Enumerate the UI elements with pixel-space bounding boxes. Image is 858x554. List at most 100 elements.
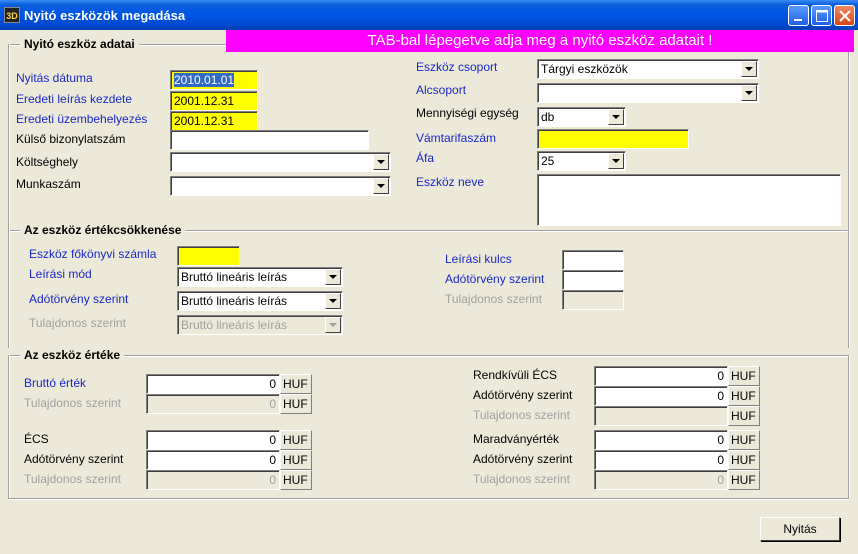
close-icon xyxy=(839,10,851,22)
currency-label: HUF xyxy=(728,450,760,470)
maradvany-field[interactable]: 0 xyxy=(594,430,728,450)
nyitas-button-label: Nyitás xyxy=(783,522,817,536)
label-rendkivuli-adotorveny: Adótörvény szerint xyxy=(473,388,573,402)
label-alcsoport: Alcsoport xyxy=(416,83,467,97)
currency-label: HUF xyxy=(280,394,312,414)
chevron-down-icon xyxy=(329,275,337,279)
dropdown-button[interactable] xyxy=(325,269,341,285)
tulajdonos-kulcs-field xyxy=(562,290,624,310)
eszkoz-neve-field[interactable] xyxy=(537,174,841,226)
ecs-field[interactable]: 0 xyxy=(146,430,280,450)
kulso-bizonylat-field[interactable] xyxy=(170,130,369,150)
chevron-down-icon xyxy=(612,159,620,163)
ecs-adotorveny-field[interactable]: 0 xyxy=(146,450,280,470)
afa-select[interactable]: 25 xyxy=(537,151,626,171)
adotorveny-mod-select[interactable]: Bruttó lineáris leírás xyxy=(177,291,343,311)
rendkivuli-field[interactable]: 0 xyxy=(594,366,728,386)
munkaszam-select[interactable] xyxy=(170,176,391,196)
label-mennyisegi: Mennyiségi egység xyxy=(416,106,519,120)
tulajdonos-mod-value: Bruttó lineáris leírás xyxy=(177,315,343,335)
label-kulso-bizonylat: Külső bizonylatszám xyxy=(16,132,126,146)
chevron-down-icon xyxy=(377,184,385,188)
maradvany-tulajdonos-field: 0 xyxy=(594,470,728,490)
label-eredeti-leiras: Eredeti leírás kezdete xyxy=(16,92,133,106)
label-leirasi-kulcs: Leírási kulcs xyxy=(445,252,512,266)
adotorveny-mod-value: Bruttó lineáris leírás xyxy=(177,291,343,311)
label-brutto: Bruttó érték xyxy=(24,376,87,390)
label-nyitas-datuma: Nyitás dátuma xyxy=(16,71,93,85)
nyitas-datuma-field[interactable]: 2010.01.01 xyxy=(170,70,258,90)
currency-label: HUF xyxy=(728,430,760,450)
label-rendkivuli: Rendkívüli ÉCS xyxy=(473,368,558,382)
dropdown-button[interactable] xyxy=(373,178,389,194)
app-icon: 3D xyxy=(4,7,20,23)
adotorveny-kulcs-field[interactable] xyxy=(562,270,624,290)
label-tulajdonos-mod: Tulajdonos szerint xyxy=(29,316,126,330)
currency-label: HUF xyxy=(280,470,312,490)
nyitas-button[interactable]: Nyitás xyxy=(760,517,840,541)
currency-label: HUF xyxy=(728,470,760,490)
section-title-nyito: Nyitó eszköz adatai xyxy=(20,37,139,51)
group-line xyxy=(8,230,10,348)
fokonyvi-field[interactable] xyxy=(177,246,240,266)
dropdown-button[interactable] xyxy=(741,85,757,101)
group-line xyxy=(848,230,850,348)
label-eredeti-uzembe: Eredeti üzembehelyezés xyxy=(16,112,148,126)
dropdown-button[interactable] xyxy=(325,293,341,309)
label-leirasi-mod: Leírási mód xyxy=(29,267,92,281)
brutto-tulajdonos-field: 0 xyxy=(146,394,280,414)
label-eszkoz-csoport: Eszköz csoport xyxy=(416,60,498,74)
label-ecs-tulajdonos: Tulajdonos szerint xyxy=(24,472,121,486)
group-line xyxy=(8,498,849,500)
dropdown-button[interactable] xyxy=(608,153,624,169)
eredeti-uzembe-field[interactable]: 2001.12.31 xyxy=(170,111,258,131)
alcsoport-value xyxy=(537,83,759,103)
vamtarifa-field[interactable] xyxy=(537,129,689,149)
leirasi-mod-select[interactable]: Bruttó lineáris leírás xyxy=(177,267,343,287)
koltseghely-select[interactable] xyxy=(170,152,391,172)
eszkoz-csoport-select[interactable]: Tárgyi eszközök xyxy=(537,59,759,79)
alcsoport-select[interactable] xyxy=(537,83,759,103)
brutto-field[interactable]: 0 xyxy=(146,374,280,394)
minimize-icon xyxy=(794,19,802,21)
currency-label: HUF xyxy=(280,374,312,394)
eredeti-leiras-field[interactable]: 2001.12.31 xyxy=(170,91,258,111)
title-bar: 3D Nyitó eszközök megadása xyxy=(0,0,858,30)
label-tulajdonos-kulcs: Tulajdonos szerint xyxy=(445,292,542,306)
mennyisegi-select[interactable]: db xyxy=(537,107,626,127)
munkaszam-value xyxy=(170,176,391,196)
label-eszkoz-neve: Eszköz neve xyxy=(416,175,485,189)
label-vamtarifa: Vámtarifaszám xyxy=(416,131,497,145)
ecs-tulajdonos-field: 0 xyxy=(146,470,280,490)
rendkivuli-adotorveny-field[interactable]: 0 xyxy=(594,386,728,406)
maradvany-adotorveny-field[interactable]: 0 xyxy=(594,450,728,470)
leirasi-mod-value: Bruttó lineáris leírás xyxy=(177,267,343,287)
rendkivuli-tulajdonos-field xyxy=(594,406,728,426)
maximize-button[interactable] xyxy=(811,5,832,26)
chevron-down-icon xyxy=(745,91,753,95)
minimize-button[interactable] xyxy=(788,5,809,26)
label-afa: Áfa xyxy=(416,151,435,165)
section-title-ertek: Az eszköz értéke xyxy=(20,348,125,362)
dropdown-button[interactable] xyxy=(741,61,757,77)
label-munkaszam: Munkaszám xyxy=(16,177,81,191)
dropdown-button[interactable] xyxy=(608,109,624,125)
dropdown-button[interactable] xyxy=(373,154,389,170)
label-koltseghely: Költséghely xyxy=(16,155,79,169)
maximize-icon xyxy=(816,10,828,22)
chevron-down-icon xyxy=(377,160,385,164)
currency-label: HUF xyxy=(728,386,760,406)
group-line xyxy=(8,355,10,498)
close-button[interactable] xyxy=(834,5,855,26)
tulajdonos-mod-select: Bruttó lineáris leírás xyxy=(177,315,343,335)
window-title: Nyitó eszközök megadása xyxy=(24,8,186,23)
chevron-down-icon xyxy=(745,67,753,71)
group-line xyxy=(8,355,849,357)
group-line xyxy=(848,355,850,498)
group-line xyxy=(8,44,10,230)
nyitas-datuma-value: 2010.01.01 xyxy=(174,73,235,87)
label-maradvany: Maradványérték xyxy=(473,432,560,446)
currency-label: HUF xyxy=(280,430,312,450)
leirasi-kulcs-field[interactable] xyxy=(562,250,624,270)
label-adotorveny-kulcs: Adótörvény szerint xyxy=(445,272,545,286)
